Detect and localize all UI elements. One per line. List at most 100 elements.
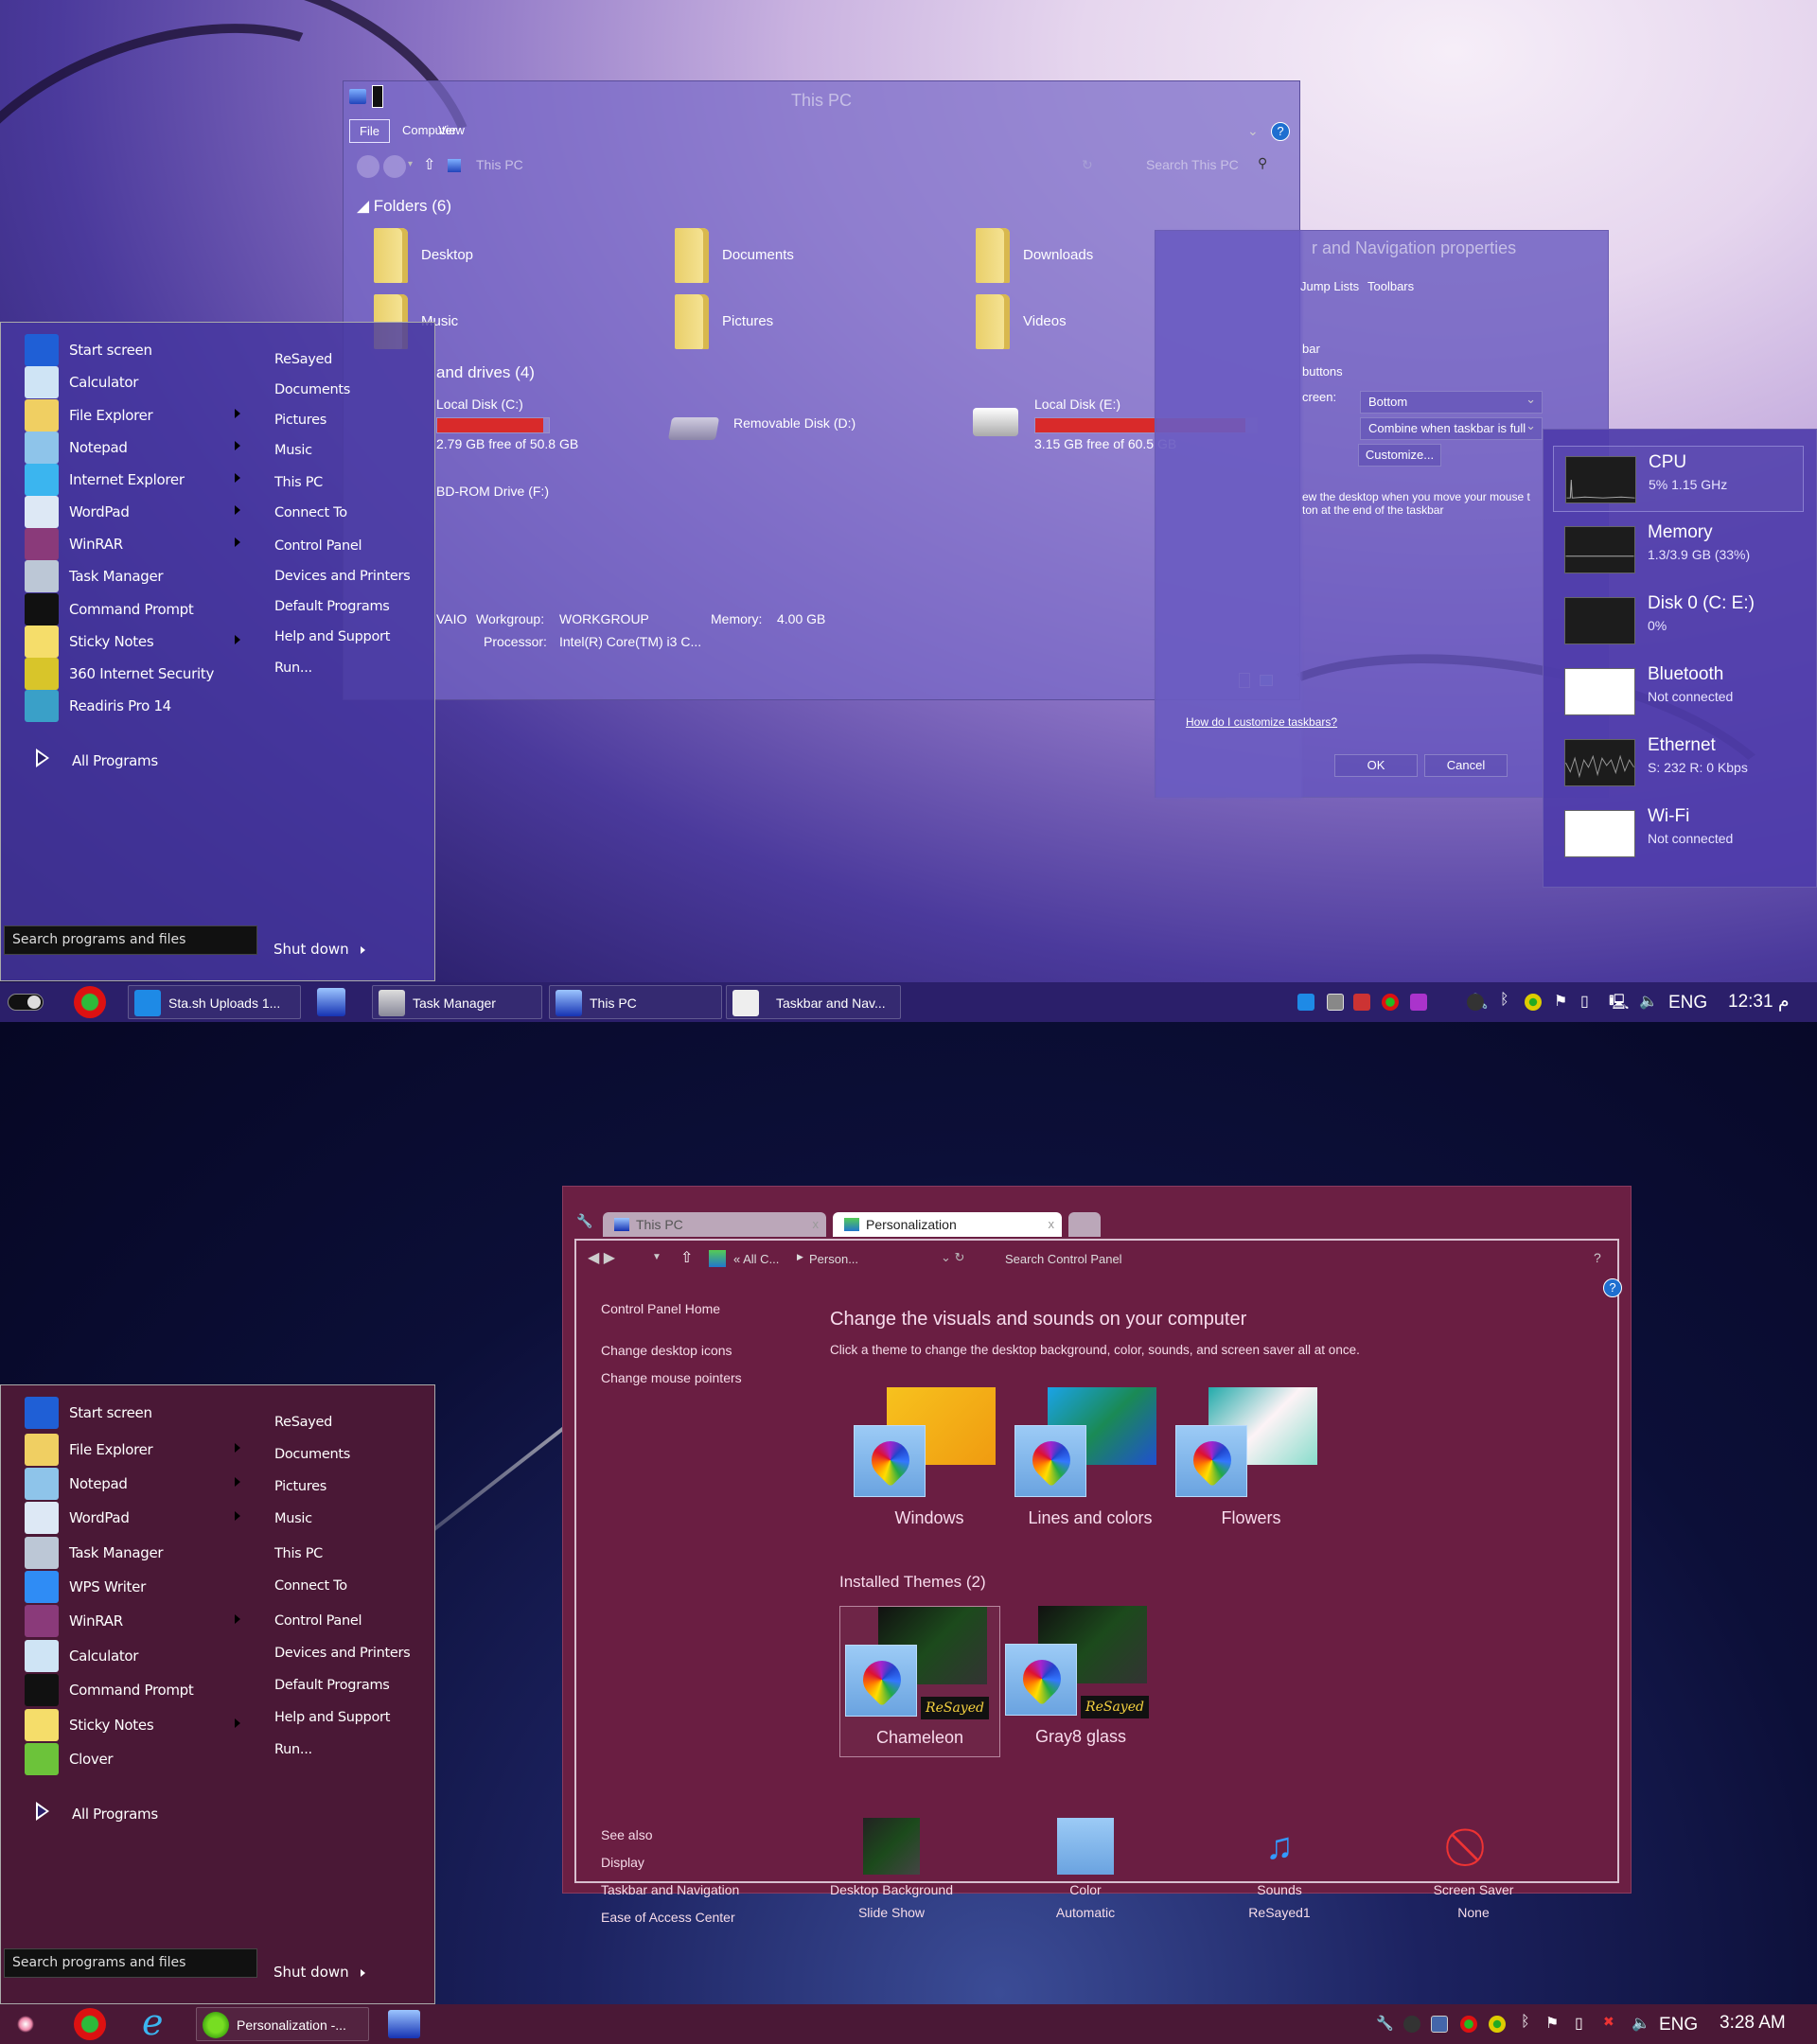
drive-f[interactable]: BD-ROM Drive (F:)	[436, 484, 549, 499]
taskbar-button-task-manager[interactable]: Task Manager	[372, 985, 542, 1019]
start-right-item-this-pc[interactable]: This PC	[274, 1546, 323, 1561]
clock[interactable]: 12:31 م	[1728, 991, 1790, 1013]
bluetooth-icon[interactable]: ᛒ	[1521, 2014, 1530, 2031]
start-item-file-explorer[interactable]: File Explorer	[25, 1432, 252, 1470]
start-right-item-connect-to[interactable]: Connect To	[274, 505, 347, 520]
submenu-arrow-icon[interactable]	[235, 473, 240, 483]
start-item-wordpad[interactable]: WordPad	[25, 1500, 252, 1538]
start-item-task-manager[interactable]: Task Manager	[25, 558, 252, 596]
start-right-item-devices-and-printers[interactable]: Devices and Printers	[274, 569, 411, 584]
app-tray-icon[interactable]	[1410, 994, 1427, 1011]
start-button[interactable]	[17, 2016, 34, 2033]
shutdown-button[interactable]: Shut down	[273, 1964, 349, 1981]
search-input[interactable]: Search This PC	[1146, 157, 1239, 172]
ok-button[interactable]: OK	[1334, 754, 1418, 777]
color-setting[interactable]: Color Automatic	[1000, 1818, 1171, 1920]
start-item-wps-writer[interactable]: WPS Writer	[25, 1569, 252, 1607]
computer-icon[interactable]	[317, 988, 345, 1016]
orb-tray-icon[interactable]	[1382, 994, 1399, 1011]
submenu-arrow-icon[interactable]	[235, 1443, 240, 1453]
submenu-arrow-icon[interactable]	[235, 635, 240, 644]
start-right-item-resayed[interactable]: ReSayed	[274, 1415, 332, 1430]
perf-cpu[interactable]: CPU 5% 1.15 GHz	[1553, 446, 1804, 512]
search-icon[interactable]: ⚲	[1258, 155, 1267, 171]
tab-file[interactable]: File	[349, 119, 390, 143]
start-right-item-control-panel[interactable]: Control Panel	[274, 1613, 362, 1629]
help-icon[interactable]: ?	[1603, 1278, 1622, 1297]
wifi-disconnected-icon[interactable]: ✖	[1603, 2014, 1614, 2030]
tab-personalization[interactable]: Personalization x	[833, 1212, 1062, 1237]
sounds-setting[interactable]: ♫ Sounds ReSayed1	[1194, 1818, 1365, 1920]
browser-icon[interactable]	[74, 2008, 106, 2040]
start-item-calculator[interactable]: Calculator	[25, 1638, 252, 1676]
folder-pictures[interactable]: Pictures	[675, 294, 978, 351]
link-change-mouse-pointers[interactable]: Change mouse pointers	[601, 1370, 742, 1385]
taskbar-location-select[interactable]: Bottom	[1360, 391, 1543, 414]
back-button[interactable]: ◀ ▶	[588, 1248, 615, 1267]
refresh-icon[interactable]: ↻	[1082, 157, 1093, 173]
internet-explorer-icon[interactable]: e	[142, 2004, 176, 2040]
close-tab-icon[interactable]: x	[1049, 1217, 1055, 1231]
start-item-readiris-pro-14[interactable]: Readiris Pro 14	[25, 688, 252, 726]
new-tab-button[interactable]	[1068, 1212, 1101, 1237]
help-link[interactable]: How do I customize taskbars?	[1186, 715, 1337, 729]
start-right-item-documents[interactable]: Documents	[274, 1447, 350, 1462]
customize-button[interactable]: Customize...	[1358, 444, 1441, 467]
screen-saver-setting[interactable]: ⃠ Screen Saver None	[1388, 1818, 1559, 1920]
all-programs[interactable]: All Programs	[25, 1796, 252, 1834]
start-right-item-help-and-support[interactable]: Help and Support	[274, 1710, 390, 1725]
start-right-item-music[interactable]: Music	[274, 1511, 312, 1526]
taskbar-button-personalization[interactable]: Personalization -...	[196, 2007, 369, 2041]
start-right-item-devices-and-printers[interactable]: Devices and Printers	[274, 1646, 411, 1661]
theme-windows[interactable]: Windows	[849, 1387, 1010, 1539]
breadcrumb-all[interactable]: « All C...	[733, 1252, 779, 1266]
perf-bluetooth[interactable]: Bluetooth Not connected	[1553, 659, 1804, 725]
search-input[interactable]: Search Control Panel	[1005, 1252, 1122, 1266]
shutdown-options-arrow[interactable]	[361, 1969, 365, 1977]
taskbar-button-this-pc[interactable]: This PC	[549, 985, 722, 1019]
start-right-item-connect-to[interactable]: Connect To	[274, 1578, 347, 1594]
shutdown-options-arrow[interactable]	[361, 946, 365, 954]
recent-dropdown-icon[interactable]: ▼	[652, 1252, 662, 1262]
link-change-desktop-icons[interactable]: Change desktop icons	[601, 1343, 732, 1358]
search-input[interactable]: Search programs and files	[4, 925, 257, 955]
network-icon[interactable]: 🖳	[1609, 992, 1629, 1017]
submenu-arrow-icon[interactable]	[235, 409, 240, 418]
start-right-item-run-[interactable]: Run...	[274, 1742, 312, 1757]
wrench-icon[interactable]: 🔧	[1376, 2015, 1394, 2032]
submenu-arrow-icon[interactable]	[235, 1511, 240, 1521]
start-item-sticky-notes[interactable]: Sticky Notes	[25, 1707, 252, 1745]
expand-ribbon-icon[interactable]: ⌄	[1247, 123, 1259, 139]
submenu-arrow-icon[interactable]	[235, 1614, 240, 1624]
cancel-button[interactable]: Cancel	[1424, 754, 1508, 777]
perf-ethernet[interactable]: Ethernet S: 232 R: 0 Kbps	[1553, 730, 1804, 796]
toggle-icon[interactable]	[8, 994, 44, 1011]
computer-icon[interactable]	[388, 2010, 420, 2038]
address-bar[interactable]: This PC	[476, 157, 523, 172]
up-arrow-icon[interactable]: ⇧	[423, 155, 435, 174]
submenu-arrow-icon[interactable]	[235, 1718, 240, 1728]
flag-icon[interactable]: ⚑	[1545, 2014, 1559, 2033]
start-orb-icon[interactable]	[74, 986, 106, 1018]
all-programs[interactable]: All Programs	[25, 743, 252, 781]
taskbar-button-taskbar-props[interactable]: Taskbar and Nav...	[726, 985, 901, 1019]
start-right-item-default-programs[interactable]: Default Programs	[274, 599, 390, 614]
perf-memory[interactable]: Memory 1.3/3.9 GB (33%)	[1553, 517, 1804, 583]
forward-button[interactable]	[383, 155, 406, 178]
bluetooth-icon[interactable]: ᛒ	[1500, 992, 1509, 1009]
refresh-icon[interactable]: ⌄ ↻	[941, 1250, 964, 1265]
theme-flowers[interactable]: Flowers	[1171, 1387, 1332, 1539]
start-item-start-screen[interactable]: Start screen	[25, 1395, 252, 1433]
submenu-arrow-icon[interactable]	[235, 1477, 240, 1487]
flag-icon[interactable]: ⚑	[1554, 992, 1567, 1011]
close-tab-icon[interactable]: x	[813, 1217, 820, 1231]
link-display[interactable]: Display	[601, 1855, 644, 1870]
help-icon[interactable]: ?	[1271, 122, 1290, 141]
blocked-tray-icon[interactable]	[1353, 994, 1370, 1011]
back-button[interactable]	[357, 155, 379, 178]
breadcrumb-personalization[interactable]: Person...	[809, 1252, 858, 1266]
start-right-item-resayed[interactable]: ReSayed	[274, 352, 332, 367]
maxthon-tray-icon[interactable]	[1297, 994, 1314, 1011]
folder-documents[interactable]: Documents	[675, 228, 978, 285]
desktop-background-setting[interactable]: Desktop Background Slide Show	[806, 1818, 977, 1920]
